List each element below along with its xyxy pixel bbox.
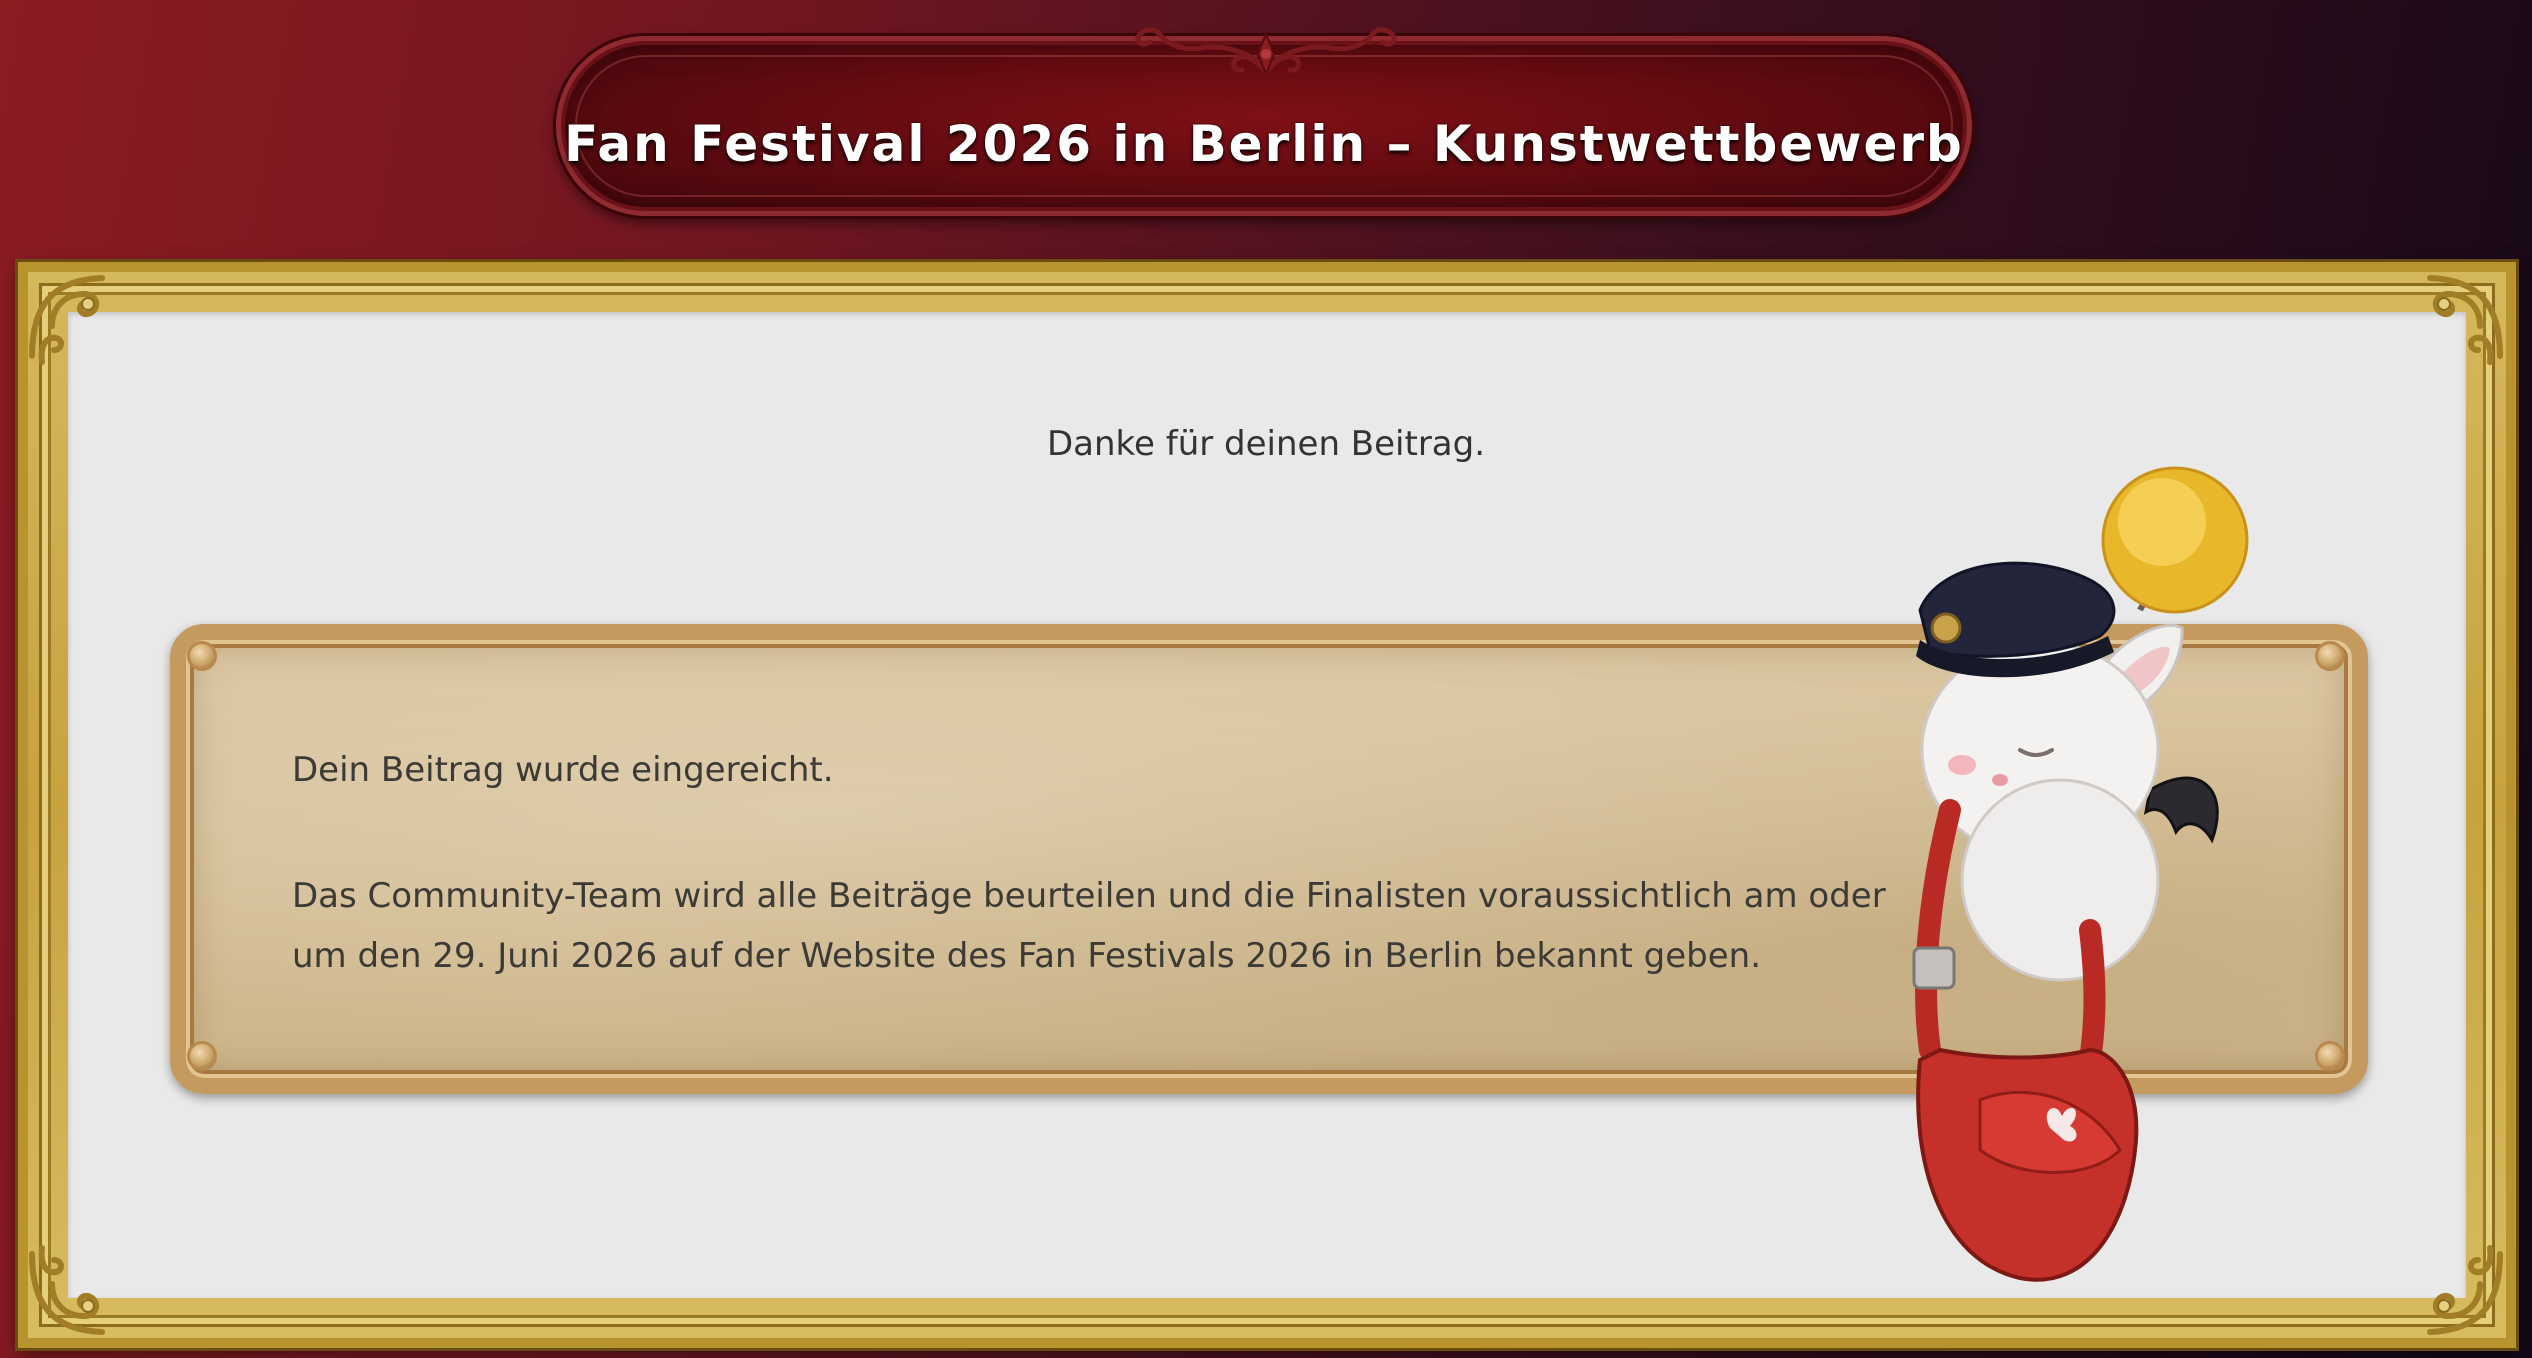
card-rivet — [190, 644, 214, 668]
page-title: Fan Festival 2026 in Berlin – Kunstwettb… — [564, 115, 1964, 173]
banner-ornament-icon — [1135, 27, 1397, 77]
frame-corner-ornament-icon — [2427, 1245, 2503, 1335]
frame-corner-ornament-icon — [29, 1245, 105, 1335]
frame-corner-ornament-icon — [29, 275, 105, 365]
frame-corner-ornament-icon — [2427, 275, 2503, 365]
submission-confirmation: Dein Beitrag wurde eingereicht. — [292, 750, 834, 790]
moogle-mascot-icon — [1912, 466, 2249, 1282]
card-rivet — [190, 1044, 214, 1068]
submission-details: Das Community-Team wird alle Beiträge be… — [292, 876, 1886, 976]
card-rivet — [2318, 644, 2342, 668]
card-rivet — [2318, 1044, 2342, 1068]
